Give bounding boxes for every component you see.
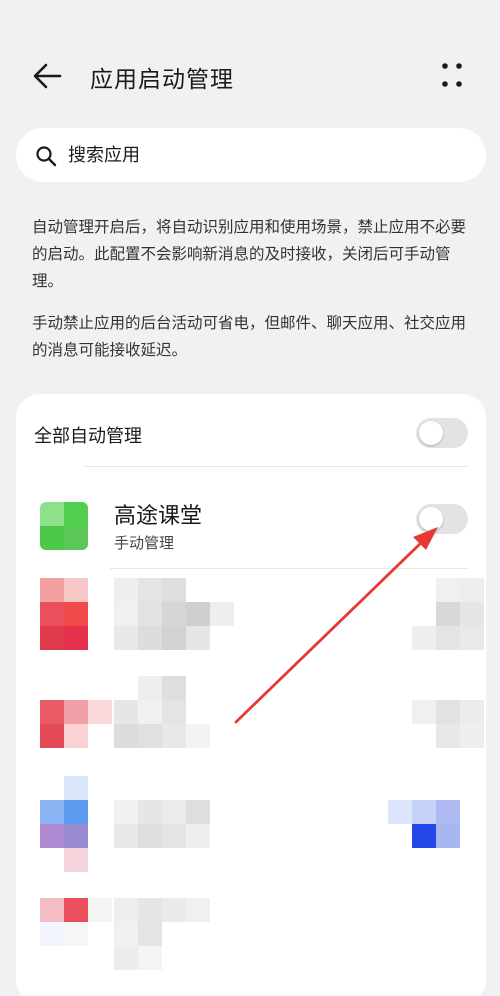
- pixelated-block: [412, 800, 436, 824]
- toggle-knob: [419, 421, 443, 445]
- divider: [84, 466, 468, 467]
- pixelated-block: [64, 602, 88, 626]
- pixelated-block: [138, 898, 162, 922]
- app-row-gaotu[interactable]: 高途课堂 手动管理: [16, 474, 486, 572]
- pixelated-block: [114, 824, 138, 848]
- app-status: 手动管理: [114, 534, 175, 552]
- pixelated-block: [40, 602, 64, 626]
- pixelated-block: [436, 700, 460, 724]
- pixelated-block: [162, 602, 186, 626]
- manual-manage-description: 手动禁止应用的后台活动可省电，但邮件、聊天应用、社交应用的消息可能接收延迟。: [32, 314, 467, 359]
- all-auto-manage-toggle[interactable]: [416, 418, 468, 448]
- pixelated-block: [138, 700, 162, 724]
- pixelated-block: [64, 776, 88, 800]
- pixelated-block: [412, 700, 436, 724]
- pixelated-block: [114, 898, 138, 922]
- pixelated-block: [186, 800, 210, 824]
- pixelated-block: [186, 898, 210, 922]
- page-title: 应用启动管理: [90, 67, 234, 93]
- pixelated-block: [138, 922, 162, 946]
- app-icon: [40, 502, 88, 550]
- search-input[interactable]: [68, 138, 468, 172]
- pixelated-block: [412, 626, 436, 650]
- pixelated-block: [162, 578, 186, 602]
- pixelated-block: [162, 700, 186, 724]
- pixelated-block: [436, 602, 460, 626]
- pixelated-block: [436, 626, 460, 650]
- pixelated-block: [460, 626, 484, 650]
- auto-manage-description: 自动管理开启后，将自动识别应用和使用场景，禁止应用不必要的启动。此配置不会影响新…: [32, 218, 467, 290]
- pixelated-block: [138, 578, 162, 602]
- pixelated-block: [88, 898, 112, 922]
- pixelated-block: [436, 578, 460, 602]
- all-auto-manage-row[interactable]: 全部自动管理: [16, 394, 486, 470]
- pixelated-block: [64, 700, 88, 724]
- pixelated-block: [138, 946, 162, 970]
- pixelated-block: [412, 824, 436, 848]
- pixelated-block: [186, 602, 210, 626]
- pixelated-block: [186, 626, 210, 650]
- pixelated-block: [186, 824, 210, 848]
- search-icon: [36, 146, 57, 167]
- top-bar: 应用启动管理: [0, 40, 500, 112]
- pixelated-block: [138, 676, 162, 700]
- app-toggle[interactable]: [416, 504, 468, 534]
- pixelated-block: [162, 676, 186, 700]
- pixelated-block: [64, 578, 88, 602]
- search-bar[interactable]: [16, 128, 486, 182]
- pixelated-block: [64, 848, 88, 872]
- pixelated-block: [460, 724, 484, 748]
- pixelated-block: [460, 700, 484, 724]
- pixelated-block: [114, 800, 138, 824]
- pixelated-block: [114, 700, 138, 724]
- pixelated-block: [64, 922, 88, 946]
- pixelated-block: [138, 800, 162, 824]
- pixelated-block: [138, 602, 162, 626]
- pixelated-block: [436, 724, 460, 748]
- pixelated-block: [40, 700, 64, 724]
- pixelated-block: [138, 724, 162, 748]
- pixelated-block: [460, 602, 484, 626]
- pixelated-block: [162, 724, 186, 748]
- pixelated-block: [40, 724, 64, 748]
- pixelated-block: [40, 922, 64, 946]
- pixelated-block: [64, 898, 88, 922]
- more-options-button[interactable]: [432, 58, 472, 94]
- pixelated-block: [114, 602, 138, 626]
- pixelated-block: [114, 922, 138, 946]
- pixelated-block: [138, 824, 162, 848]
- pixelated-block: [40, 578, 64, 602]
- pixelated-block: [64, 824, 88, 848]
- pixelated-block: [162, 824, 186, 848]
- pixelated-block: [64, 626, 88, 650]
- back-button[interactable]: [26, 56, 70, 96]
- pixelated-block: [436, 824, 460, 848]
- pixelated-block: [114, 724, 138, 748]
- pixelated-block: [64, 724, 88, 748]
- pixelated-block: [88, 700, 112, 724]
- pixelated-block: [436, 800, 460, 824]
- pixelated-block: [162, 898, 186, 922]
- pixelated-block: [40, 626, 64, 650]
- pixelated-block: [114, 578, 138, 602]
- pixelated-block: [186, 724, 210, 748]
- pixelated-block: [114, 626, 138, 650]
- pixelated-block: [64, 800, 88, 824]
- all-auto-manage-label: 全部自动管理: [34, 426, 142, 447]
- divider: [110, 568, 468, 569]
- more-dots-icon: [442, 63, 462, 87]
- pixelated-block: [40, 898, 64, 922]
- pixelated-block: [162, 626, 186, 650]
- pixelated-block: [460, 578, 484, 602]
- toggle-knob: [419, 507, 443, 531]
- pixelated-block: [138, 626, 162, 650]
- pixelated-block: [210, 602, 234, 626]
- pixelated-block: [114, 946, 138, 970]
- pixelated-block: [40, 800, 64, 824]
- pixelated-block: [40, 824, 64, 848]
- app-name: 高途课堂: [114, 504, 203, 529]
- pixelated-block: [162, 800, 186, 824]
- arrow-left-icon: [33, 63, 62, 89]
- pixelated-block: [388, 800, 412, 824]
